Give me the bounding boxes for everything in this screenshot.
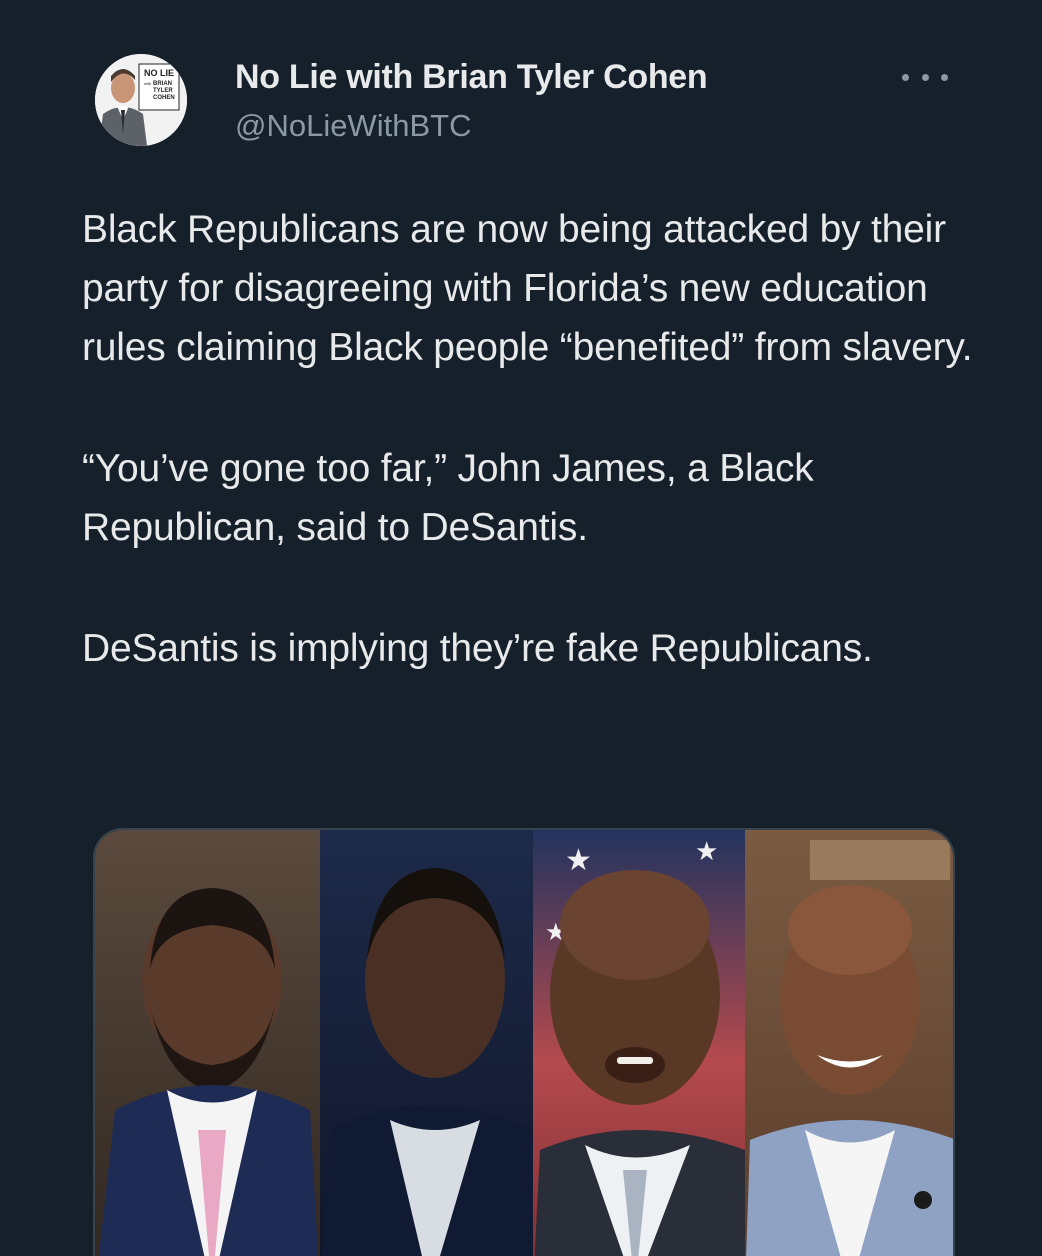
attached-photo[interactable]: ★ ★ ★ xyxy=(93,828,955,1256)
svg-text:★: ★ xyxy=(565,844,592,877)
tweet-text: Black Republicans are now being attacked… xyxy=(82,200,982,678)
profile-avatar[interactable]: NO LIE with BRIAN TYLER COHEN xyxy=(95,54,187,146)
photo-panel-3: ★ ★ ★ xyxy=(533,830,745,1256)
tweet-paragraph-1: Black Republicans are now being attacked… xyxy=(82,208,973,369)
avatar-logo-line-4: TYLER xyxy=(153,88,173,94)
author-handle[interactable]: @NoLieWithBTC xyxy=(235,108,471,144)
avatar-logo-line-2: with xyxy=(144,81,151,86)
avatar-logo-line-1: NO LIE xyxy=(144,68,174,78)
avatar-logo-line-3: BRIAN xyxy=(153,81,172,87)
svg-text:★: ★ xyxy=(695,836,718,866)
more-dot xyxy=(921,73,929,81)
more-options-icon[interactable] xyxy=(902,62,948,92)
photo-collage: ★ ★ ★ xyxy=(95,830,953,1256)
photo-panel-4 xyxy=(745,830,953,1256)
more-dot xyxy=(941,73,948,81)
avatar-image: NO LIE with BRIAN TYLER COHEN xyxy=(95,54,187,146)
more-dot xyxy=(902,73,909,81)
photo-panel-1 xyxy=(95,830,320,1256)
author-display-name[interactable]: No Lie with Brian Tyler Cohen xyxy=(235,58,708,97)
tweet-paragraph-2: “You’ve gone too far,” John James, a Bla… xyxy=(82,447,814,549)
tweet-card: NO LIE with BRIAN TYLER COHEN No Lie wit… xyxy=(0,0,1042,1256)
tweet-paragraph-3: DeSantis is implying they’re fake Republ… xyxy=(82,627,873,670)
photo-panel-2 xyxy=(320,830,533,1256)
avatar-logo-line-5: COHEN xyxy=(153,95,175,101)
